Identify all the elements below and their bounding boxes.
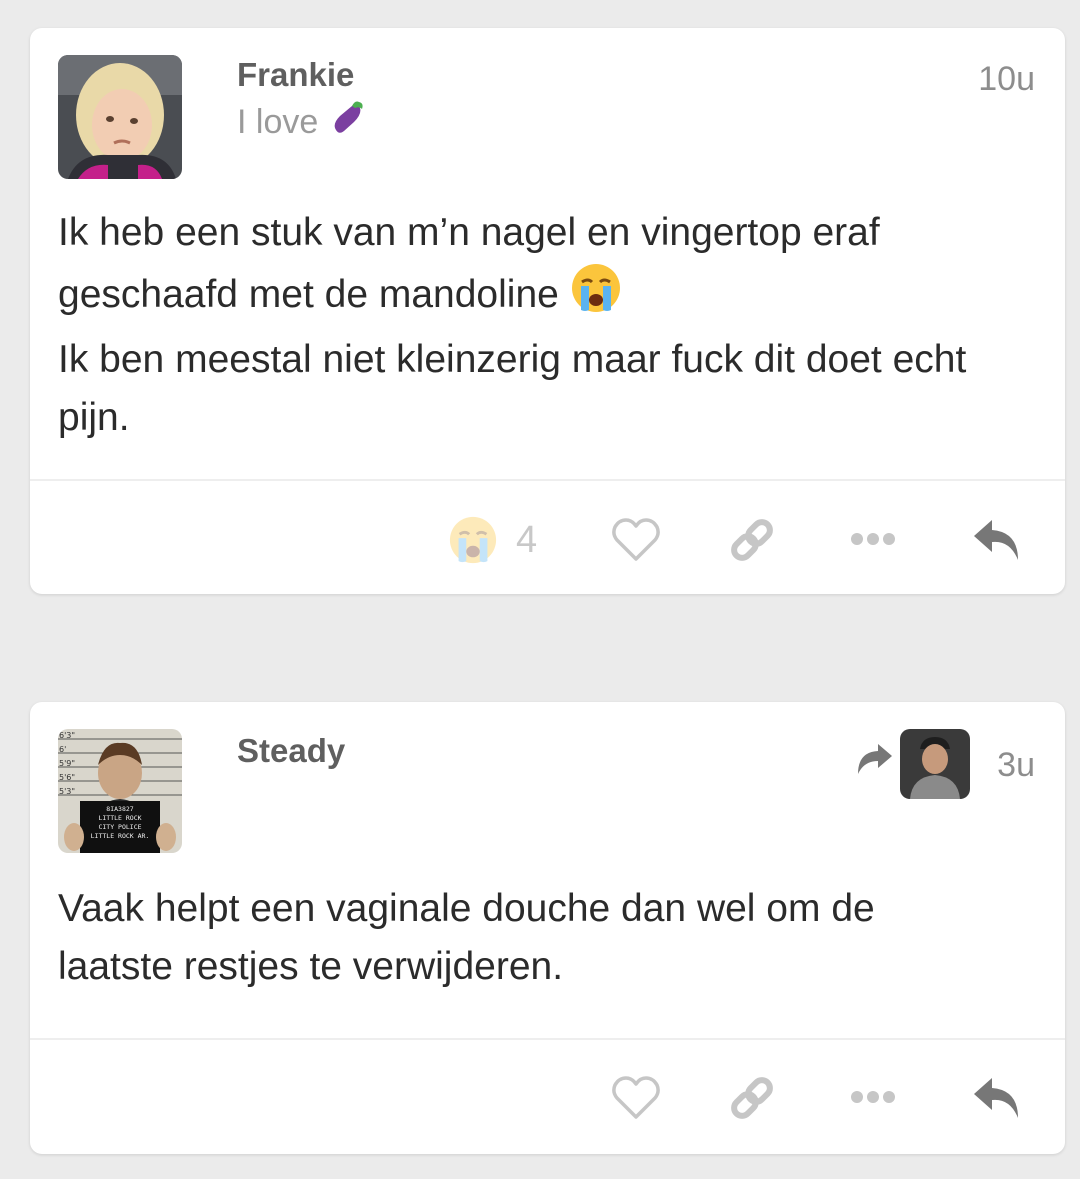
svg-text:LITTLE ROCK: LITTLE ROCK xyxy=(98,814,141,822)
like-button[interactable] xyxy=(610,514,662,566)
user-status: I love xyxy=(237,98,368,147)
reposter-avatar[interactable] xyxy=(900,729,970,799)
more-options-button[interactable] xyxy=(848,1082,898,1112)
link-icon xyxy=(731,519,773,561)
svg-text:CITY POLICE: CITY POLICE xyxy=(98,823,141,831)
body-line: laatste restjes te verwijderen. xyxy=(58,945,564,988)
repost-arrow-icon xyxy=(858,744,892,774)
svg-text:5'6": 5'6" xyxy=(59,773,75,782)
body-line: Vaak helpt een vaginale douche dan wel o… xyxy=(58,887,875,930)
copy-link-button[interactable] xyxy=(724,512,780,568)
svg-text:8IA3827: 8IA3827 xyxy=(106,805,133,813)
crying-face-emoji xyxy=(570,262,622,331)
svg-text:6'3": 6'3" xyxy=(59,731,75,740)
reply-icon xyxy=(974,520,1018,560)
post-card: 6'3" 6' 5'9" 5'6" 5'3" 8IA3827 LITTLE RO… xyxy=(30,702,1065,1154)
link-icon xyxy=(731,1077,773,1119)
reply-button[interactable] xyxy=(970,514,1024,566)
like-button[interactable] xyxy=(610,1072,662,1124)
svg-text:6': 6' xyxy=(59,745,66,754)
post-body: Ik heb een stuk van m’n nagel en vingert… xyxy=(58,204,1037,447)
eggplant-emoji xyxy=(328,98,368,147)
more-options-button[interactable] xyxy=(848,524,898,554)
body-line: pijn. xyxy=(58,396,130,439)
heart-icon xyxy=(612,1076,660,1119)
more-icon xyxy=(851,1091,895,1103)
crying-face-emoji xyxy=(449,516,497,564)
reaction-count: 4 xyxy=(516,518,538,561)
svg-text:5'3": 5'3" xyxy=(59,787,75,796)
post-time: 10u xyxy=(978,60,1035,98)
reply-icon xyxy=(974,1078,1018,1118)
body-line-with-emoji: geschaafd met de mandoline xyxy=(58,262,1037,331)
reaction-button[interactable]: 4 xyxy=(448,512,537,568)
svg-text:LITTLE ROCK AR.: LITTLE ROCK AR. xyxy=(91,832,150,840)
heart-icon xyxy=(612,518,660,561)
svg-text:5'9": 5'9" xyxy=(59,759,75,768)
post-body: Vaak helpt een vaginale douche dan wel o… xyxy=(58,880,1037,996)
repost-indicator xyxy=(854,742,896,784)
body-line: Ik ben meestal niet kleinzerig maar fuck… xyxy=(58,338,967,381)
status-text: I love xyxy=(237,103,319,141)
divider xyxy=(30,1038,1065,1040)
avatar[interactable] xyxy=(58,55,182,179)
copy-link-button[interactable] xyxy=(724,1070,780,1126)
post-card: Frankie I love 10u Ik heb een stuk van m… xyxy=(30,28,1065,594)
avatar[interactable]: 6'3" 6' 5'9" 5'6" 5'3" 8IA3827 LITTLE RO… xyxy=(58,729,182,853)
divider xyxy=(30,479,1065,481)
more-icon xyxy=(851,533,895,545)
body-line: Ik heb een stuk van m’n nagel en vingert… xyxy=(58,211,880,254)
username[interactable]: Steady xyxy=(237,732,345,770)
post-time: 3u xyxy=(997,746,1035,784)
reply-button[interactable] xyxy=(970,1072,1024,1124)
username[interactable]: Frankie xyxy=(237,56,354,94)
